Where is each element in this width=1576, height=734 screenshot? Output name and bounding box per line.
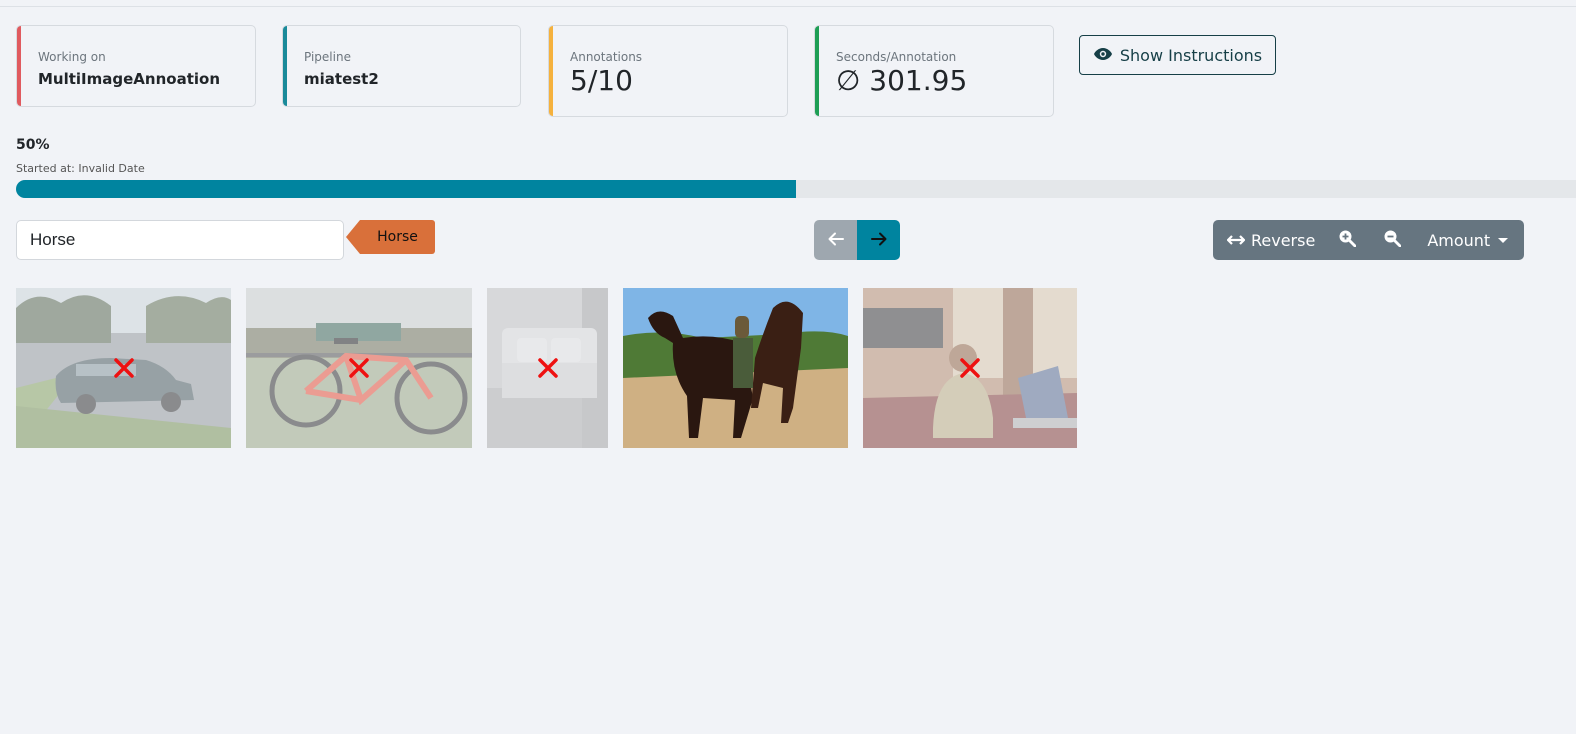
progress-percent: 50% — [16, 137, 50, 153]
arrow-left-icon — [828, 231, 844, 250]
image-thumbnail-sofa[interactable] — [487, 288, 608, 448]
started-at-text: Started at: Invalid Date — [16, 162, 145, 175]
card-accent — [283, 26, 287, 106]
label-tag-text: Horse — [360, 220, 435, 254]
label-search-input[interactable] — [16, 220, 344, 260]
stat-label: Annotations — [570, 50, 643, 64]
stat-card-annotations: Annotations 5/10 — [548, 25, 788, 117]
caret-down-icon — [1498, 237, 1509, 243]
amount-label: Amount — [1427, 230, 1491, 250]
image-thumbnail-horses[interactable] — [623, 288, 848, 448]
stat-card-working-on: Working on MultiImageAnnoation — [16, 25, 256, 107]
reject-x-icon — [960, 358, 980, 378]
progress-bar — [16, 180, 1576, 198]
card-accent — [815, 26, 819, 116]
image-thumbnail-car[interactable] — [16, 288, 231, 448]
next-button[interactable] — [857, 220, 900, 260]
zoom-out-icon — [1383, 229, 1402, 251]
stat-card-seconds-per-annotation: Seconds/Annotation ∅ 301.95 — [814, 25, 1054, 117]
top-divider — [0, 6, 1576, 7]
card-accent — [17, 26, 21, 106]
eye-icon — [1093, 46, 1113, 65]
stat-value: ∅ 301.95 — [836, 64, 968, 97]
show-instructions-label: Show Instructions — [1119, 45, 1263, 65]
reverse-button[interactable]: Reverse — [1226, 220, 1316, 260]
arrow-right-icon — [870, 231, 887, 250]
amount-dropdown[interactable]: Amount — [1427, 220, 1509, 260]
zoom-in-button[interactable] — [1338, 220, 1357, 260]
card-accent — [549, 26, 553, 116]
arrows-horizontal-icon — [1226, 231, 1246, 250]
horses-image — [623, 288, 848, 448]
image-thumbnail-person-with-laptop[interactable] — [863, 288, 1077, 448]
show-instructions-button[interactable]: Show Instructions — [1079, 35, 1276, 75]
stat-card-pipeline: Pipeline miatest2 — [282, 25, 521, 107]
stat-value: miatest2 — [304, 70, 379, 88]
stat-label: Working on — [38, 50, 106, 64]
stat-value: 5/10 — [570, 64, 633, 97]
reverse-label: Reverse — [1251, 230, 1316, 250]
stat-label: Pipeline — [304, 50, 351, 64]
image-toolbar: Reverse Amount — [1213, 220, 1524, 260]
reject-x-icon — [113, 358, 134, 378]
label-tag[interactable]: Horse — [346, 220, 435, 254]
progress-bar-fill — [16, 180, 796, 198]
zoom-out-button[interactable] — [1383, 220, 1402, 260]
image-navigation — [814, 220, 900, 260]
image-thumbnail-bicycle[interactable] — [246, 288, 472, 448]
label-tag-arrow — [346, 220, 360, 254]
stat-value: MultiImageAnnoation — [38, 70, 220, 88]
previous-button[interactable] — [814, 220, 857, 260]
zoom-in-icon — [1338, 229, 1357, 251]
reject-x-icon — [537, 358, 558, 378]
reject-x-icon — [349, 358, 369, 378]
stat-label: Seconds/Annotation — [836, 50, 957, 64]
